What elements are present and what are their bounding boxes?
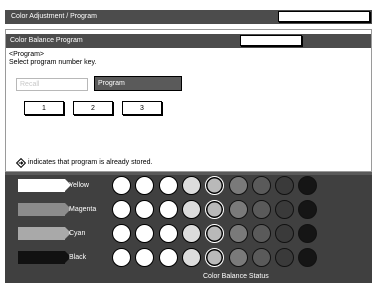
balance-step-button[interactable] bbox=[182, 224, 201, 243]
cancel-button[interactable]: Cancel bbox=[240, 35, 302, 46]
balance-step-button[interactable] bbox=[275, 176, 294, 195]
balance-step-button[interactable] bbox=[182, 248, 201, 267]
balance-step-button[interactable] bbox=[135, 176, 154, 195]
balance-step-button[interactable] bbox=[275, 224, 294, 243]
balance-step-button[interactable] bbox=[229, 176, 248, 195]
window-title: Color Adjustment / Program bbox=[11, 13, 97, 20]
channel-row-black: Black bbox=[5, 247, 372, 269]
balance-step-button[interactable] bbox=[135, 224, 154, 243]
channel-swatch bbox=[18, 227, 71, 240]
channel-row-cyan: Cyan bbox=[5, 223, 372, 245]
program-window: Color Balance Program Cancel <Program> S… bbox=[5, 29, 372, 172]
balance-step-button[interactable] bbox=[182, 200, 201, 219]
balance-step-button[interactable] bbox=[298, 176, 317, 195]
balance-step-button[interactable] bbox=[275, 248, 294, 267]
stored-program-icon bbox=[16, 158, 26, 168]
cancel-label: Cancel bbox=[244, 37, 266, 44]
balance-step-button[interactable] bbox=[205, 176, 224, 195]
balance-step-button[interactable] bbox=[252, 248, 271, 267]
balance-step-button[interactable] bbox=[112, 248, 131, 267]
balance-step-button[interactable] bbox=[112, 224, 131, 243]
balance-step-button[interactable] bbox=[252, 176, 271, 195]
recall-label: Recall bbox=[20, 81, 40, 88]
balance-step-button[interactable] bbox=[298, 248, 317, 267]
balance-step-button[interactable] bbox=[135, 248, 154, 267]
channel-label: Black bbox=[69, 254, 87, 261]
ok-button[interactable]: OK bbox=[278, 11, 370, 22]
channel-label: Magenta bbox=[69, 206, 97, 213]
stored-note-text: indicates that program is already stored… bbox=[28, 159, 153, 166]
program-button[interactable]: Program bbox=[94, 76, 182, 91]
recall-button[interactable]: Recall bbox=[16, 78, 88, 91]
balance-step-button[interactable] bbox=[182, 176, 201, 195]
channel-swatch bbox=[18, 179, 71, 192]
balance-step-button[interactable] bbox=[205, 248, 224, 267]
program-key-label: 3 bbox=[140, 105, 144, 112]
program-key-label: 1 bbox=[42, 105, 46, 112]
color-balance-panel: Yellow Magenta Cyan Black Color Balance Sta… bbox=[5, 172, 372, 283]
balance-step-button[interactable] bbox=[159, 200, 178, 219]
program-titlebar: Color Balance Program Cancel bbox=[6, 34, 371, 48]
balance-step-button[interactable] bbox=[229, 200, 248, 219]
balance-step-button[interactable] bbox=[112, 200, 131, 219]
balance-step-button[interactable] bbox=[159, 248, 178, 267]
balance-step-button[interactable] bbox=[229, 248, 248, 267]
balance-step-button[interactable] bbox=[112, 176, 131, 195]
instruction-text: Select program number key. bbox=[9, 59, 97, 66]
balance-step-button[interactable] bbox=[275, 200, 294, 219]
balance-step-button[interactable] bbox=[159, 176, 178, 195]
balance-step-button[interactable] bbox=[298, 224, 317, 243]
channel-row-magenta: Magenta bbox=[5, 199, 372, 221]
program-label: Program bbox=[98, 80, 125, 87]
program-key-label: 2 bbox=[91, 105, 95, 112]
program-key-2[interactable]: 2 bbox=[73, 101, 113, 115]
balance-step-button[interactable] bbox=[159, 224, 178, 243]
balance-step-button[interactable] bbox=[252, 224, 271, 243]
channel-row-yellow: Yellow bbox=[5, 175, 372, 197]
program-title: Color Balance Program bbox=[10, 37, 83, 44]
channel-label: Yellow bbox=[69, 182, 89, 189]
section-label: <Program> bbox=[9, 51, 45, 58]
window-titlebar: Color Adjustment / Program OK bbox=[5, 10, 372, 24]
program-key-3[interactable]: 3 bbox=[122, 101, 162, 115]
channel-label: Cyan bbox=[69, 230, 86, 237]
balance-step-button[interactable] bbox=[205, 200, 224, 219]
ok-label: OK bbox=[318, 13, 330, 20]
balance-step-button[interactable] bbox=[229, 224, 248, 243]
balance-step-button[interactable] bbox=[252, 200, 271, 219]
balance-step-button[interactable] bbox=[205, 224, 224, 243]
channel-swatch bbox=[18, 203, 71, 216]
channel-swatch bbox=[18, 251, 71, 264]
balance-step-button[interactable] bbox=[135, 200, 154, 219]
balance-step-button[interactable] bbox=[298, 200, 317, 219]
program-key-1[interactable]: 1 bbox=[24, 101, 64, 115]
color-balance-status-label: Color Balance Status bbox=[203, 273, 269, 280]
